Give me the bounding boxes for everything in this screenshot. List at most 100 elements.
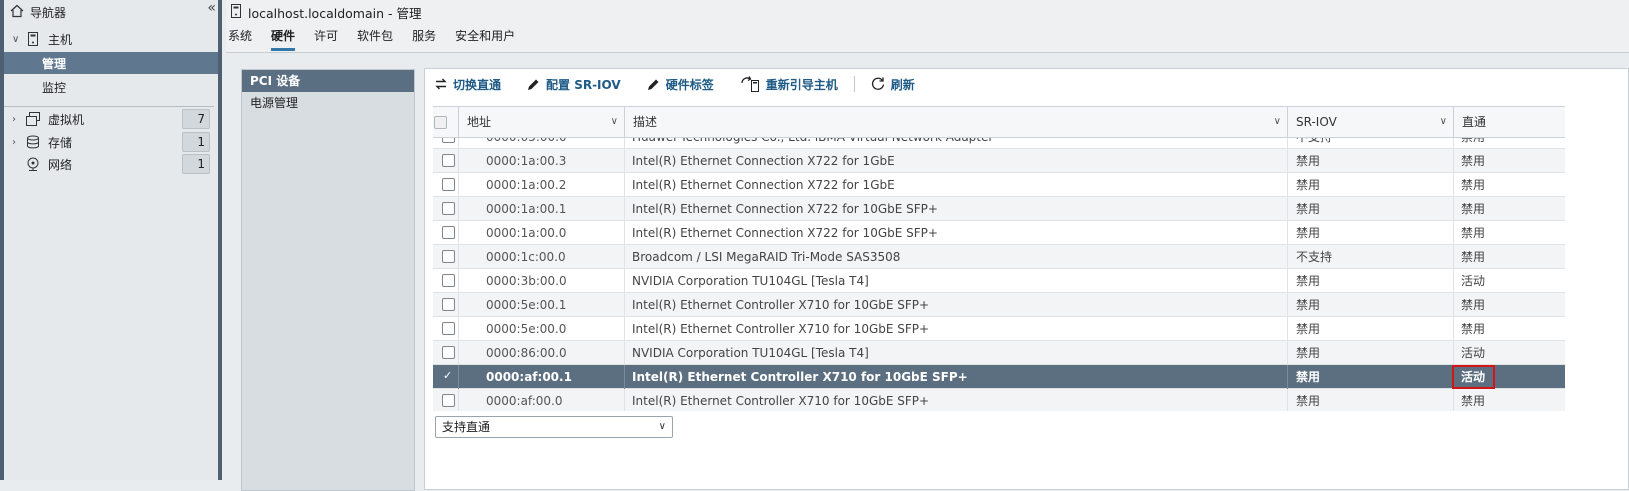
column-description-label: 描述 [633,115,658,129]
row-checkbox-cell[interactable] [433,173,459,197]
storage-icon [24,135,42,149]
table-row[interactable]: 0000:1a:00.0 Intel(R) Ethernet Connection… [433,221,1565,245]
column-header-sriov[interactable]: SR-IOV ∨ [1288,107,1454,137]
table-row[interactable]: 0000:5e:00.1 Intel(R) Ethernet Controller… [433,293,1565,317]
address-cell: 0000:1a:00.1 [459,197,625,221]
sriov-cell: 禁用 [1288,149,1454,173]
chevron-down-icon[interactable]: ∨ [659,417,666,437]
server-icon [230,4,242,21]
refresh-button[interactable]: 刷新 [871,76,915,93]
passthrough-cell: 禁用 [1461,226,1486,240]
row-checkbox-cell[interactable]: ✓ [433,365,459,389]
table-row[interactable]: ✓ 0000:af:00.1 Intel(R) Ethernet Controlle… [433,365,1565,389]
row-checkbox[interactable] [442,178,455,191]
table-row[interactable]: 0000:1a:00.3 Intel(R) Ethernet Connection… [433,149,1565,173]
passthrough-cell: 禁用 [1461,394,1486,408]
row-checkbox[interactable] [442,226,455,239]
chevron-right-icon[interactable]: › [12,137,24,148]
column-address-label: 地址 [467,115,492,129]
nav-item-manage[interactable]: 管理 [4,52,218,74]
row-checkbox-cell[interactable] [433,269,459,293]
tab-security-users[interactable]: 安全和用户 [455,27,515,51]
table-row[interactable]: 0000:1c:00.0 Broadcom / LSI MegaRAID Tri-… [433,245,1565,269]
row-checkbox[interactable] [442,394,455,407]
row-checkbox-cell[interactable] [433,221,459,245]
sriov-cell: 禁用 [1288,365,1454,389]
column-header-description[interactable]: 描述 ∨ [625,107,1288,137]
nav-item-storage[interactable]: › 存储 1 [12,131,210,153]
nav-manage-label: 管理 [42,57,67,71]
network-count-badge: 1 [182,154,210,174]
configure-sriov-label: 配置 SR-IOV [546,77,621,92]
row-checkbox-cell[interactable] [433,293,459,317]
sriov-cell: 禁用 [1288,197,1454,221]
address-cell: 0000:1c:00.0 [459,245,625,269]
row-checkbox[interactable] [442,322,455,335]
chevron-down-icon[interactable]: ∨ [12,34,24,45]
passthrough-cell: 禁用 [1461,322,1486,336]
navigator-header: 导航器 [10,2,208,22]
row-checkbox-cell[interactable] [433,317,459,341]
row-checkbox[interactable] [442,346,455,359]
pencil-icon [527,78,540,91]
row-checkbox-cell[interactable] [433,197,459,221]
menu-item-power-management[interactable]: 电源管理 [242,92,414,114]
table-row[interactable]: 0000:1a:00.1 Intel(R) Ethernet Connection… [433,197,1565,221]
row-checkbox-cell[interactable] [433,341,459,365]
select-all-header[interactable] [433,107,459,137]
sriov-cell: 禁用 [1288,341,1454,365]
row-checkbox[interactable] [442,250,455,263]
tab-hardware[interactable]: 硬件 [271,27,296,51]
row-checkbox[interactable] [442,202,455,215]
row-checkbox-cell[interactable] [433,149,459,173]
chevron-down-icon[interactable]: ∨ [1440,107,1447,137]
row-checkbox[interactable] [442,298,455,311]
toggle-passthrough-button[interactable]: 切换直通 [435,76,501,93]
reboot-host-button[interactable]: 重新引导主机 [740,76,838,93]
table-row[interactable]: 0000:af:00.0 Intel(R) Ethernet Controller… [433,389,1565,411]
tab-licensing[interactable]: 许可 [314,27,338,51]
address-cell: 0000:86:00.0 [459,341,625,365]
tab-services[interactable]: 服务 [412,27,436,51]
row-checkbox[interactable] [442,154,455,167]
sriov-cell: 禁用 [1288,389,1454,411]
chevron-down-icon[interactable]: ∨ [611,107,618,137]
nav-item-vms[interactable]: › 虚拟机 7 [12,108,210,130]
row-checkbox[interactable] [442,274,455,287]
column-header-passthrough[interactable]: 直通 [1454,107,1565,137]
nav-item-network[interactable]: 网络 1 [12,153,210,175]
collapse-double-chevron-icon[interactable]: « [207,0,216,16]
hardware-label-button[interactable]: 硬件标签 [647,76,714,93]
storage-count-badge: 1 [182,132,210,152]
address-cell: 0000:3b:00.0 [459,269,625,293]
tab-packages[interactable]: 软件包 [357,27,393,51]
highlight-box [1452,365,1495,389]
table-header: 地址 ∨ 描述 ∨ SR-IOV ∨ 直通 [433,107,1565,138]
checkmark-icon[interactable]: ✓ [442,369,455,382]
table-row[interactable]: 0000:3b:00.0 NVIDIA Corporation TU104GL [… [433,269,1565,293]
description-cell: Intel(R) Ethernet Connection X722 for 10… [625,221,1288,245]
configure-sriov-button[interactable]: 配置 SR-IOV [527,76,621,93]
address-cell: 0000:af:00.0 [459,389,625,411]
passthrough-cell: 禁用 [1461,154,1486,168]
row-checkbox-cell[interactable] [433,389,459,411]
filter-dropdown[interactable]: 支持直通 ∨ [435,416,673,438]
passthrough-cell: 活动 [1461,274,1486,288]
chevron-down-icon[interactable]: ∨ [1274,107,1281,137]
table-row[interactable]: 0000:5e:00.0 Intel(R) Ethernet Controller… [433,317,1565,341]
address-cell: 0000:5e:00.1 [459,293,625,317]
table-row[interactable]: 0000:86:00.0 NVIDIA Corporation TU104GL [… [433,341,1565,365]
chevron-right-icon[interactable]: › [12,114,24,125]
column-header-address[interactable]: 地址 ∨ [459,107,625,137]
address-cell: 0000:1a:00.2 [459,173,625,197]
menu-item-pci-devices[interactable]: PCI 设备 [242,70,414,92]
pci-devices-panel: 切换直通 配置 SR-IOV 硬件标签 重新引导主机 刷新 地址 ∨ 描述 ∨ … [424,68,1629,490]
table-row[interactable]: 0000:1a:00.2 Intel(R) Ethernet Connection… [433,173,1565,197]
select-all-checkbox[interactable] [434,116,447,129]
tab-system[interactable]: 系统 [228,27,252,51]
navigator-title: 导航器 [30,5,67,20]
row-checkbox-cell[interactable] [433,245,459,269]
page-title-row: localhost.localdomain - 管理 [230,3,421,22]
nav-item-host[interactable]: ∨ 主机 [12,28,210,50]
nav-item-monitor[interactable]: 监控 [42,76,210,98]
